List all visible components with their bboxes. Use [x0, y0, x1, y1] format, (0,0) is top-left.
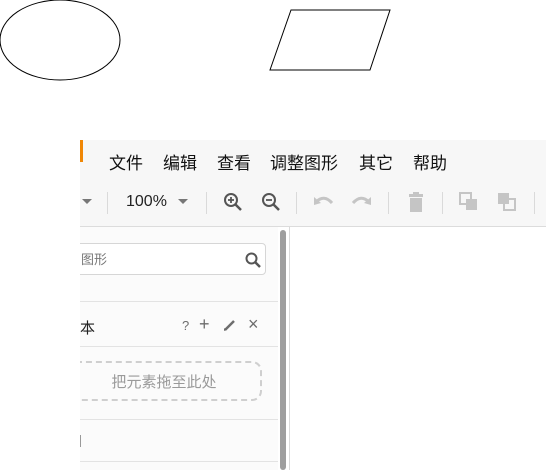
zoom-out-button[interactable]	[260, 190, 282, 214]
undo-icon	[314, 196, 334, 205]
menu-view[interactable]: 查看	[217, 149, 251, 174]
drawio-editor: 文件 编辑 查看 调整图形 其它 帮助 100% 图形 本 ? + × 把元素拖…	[80, 140, 546, 470]
to-front-icon	[459, 192, 477, 210]
shapes-sidebar: 本 ? + × 把元素拖至此处	[80, 227, 278, 470]
menu-arrange[interactable]: 调整图形	[270, 149, 338, 174]
zoom-dropdown[interactable]	[176, 190, 190, 214]
redo-icon	[351, 196, 371, 205]
app-logo-edge	[80, 140, 83, 162]
menu-file[interactable]: 文件	[109, 149, 143, 174]
to-back-icon	[498, 193, 516, 211]
to-back-button[interactable]	[496, 190, 518, 214]
undo-button[interactable]	[313, 190, 335, 214]
toolbar-separator	[206, 192, 207, 214]
delete-button[interactable]	[406, 190, 426, 214]
search-box	[80, 243, 266, 275]
collapsed-section-marker	[80, 435, 81, 447]
scratchpad-edit-icon[interactable]	[223, 318, 237, 332]
divider	[80, 419, 278, 420]
scratchpad-close-icon[interactable]: ×	[248, 314, 259, 335]
parallelogram-shape[interactable]	[269, 9, 391, 71]
menu-extras[interactable]: 其它	[359, 149, 393, 174]
chevron-down-icon	[82, 199, 92, 204]
sidebar-scrollbar[interactable]	[280, 230, 286, 470]
to-front-button[interactable]	[458, 190, 480, 214]
view-dropdown[interactable]	[80, 190, 94, 214]
zoom-out-icon	[262, 193, 280, 211]
scratchpad-help-icon[interactable]: ?	[182, 318, 189, 333]
toolbar-separator	[388, 192, 389, 214]
scratchpad-drop-zone[interactable]: 把元素拖至此处	[80, 361, 262, 401]
diagram-shapes	[0, 0, 391, 81]
menu-help[interactable]: 帮助	[413, 149, 447, 174]
toolbar-separator	[296, 192, 297, 214]
menu-bar: 文件 编辑 查看 调整图形 其它 帮助	[80, 140, 546, 180]
chevron-down-icon	[178, 199, 188, 204]
toolbar-separator	[442, 192, 443, 214]
divider	[80, 301, 278, 302]
zoom-in-button[interactable]	[222, 190, 244, 214]
scratchpad-title[interactable]: 本	[80, 317, 95, 338]
toolbar: 100%	[80, 180, 546, 227]
toolbar-separator	[534, 192, 535, 214]
divider	[80, 346, 278, 347]
divider	[80, 461, 278, 462]
drawing-canvas[interactable]	[289, 227, 546, 470]
scratchpad-add-icon[interactable]: +	[199, 314, 210, 335]
search-icon[interactable]	[245, 252, 261, 268]
zoom-level[interactable]: 100%	[126, 193, 167, 211]
search-input[interactable]	[80, 244, 241, 274]
zoom-in-icon	[224, 193, 242, 211]
toolbar-separator	[107, 192, 108, 214]
menu-edit[interactable]: 编辑	[163, 149, 197, 174]
delete-icon	[409, 192, 423, 212]
ellipse-shape[interactable]	[0, 0, 121, 81]
redo-button[interactable]	[350, 190, 372, 214]
